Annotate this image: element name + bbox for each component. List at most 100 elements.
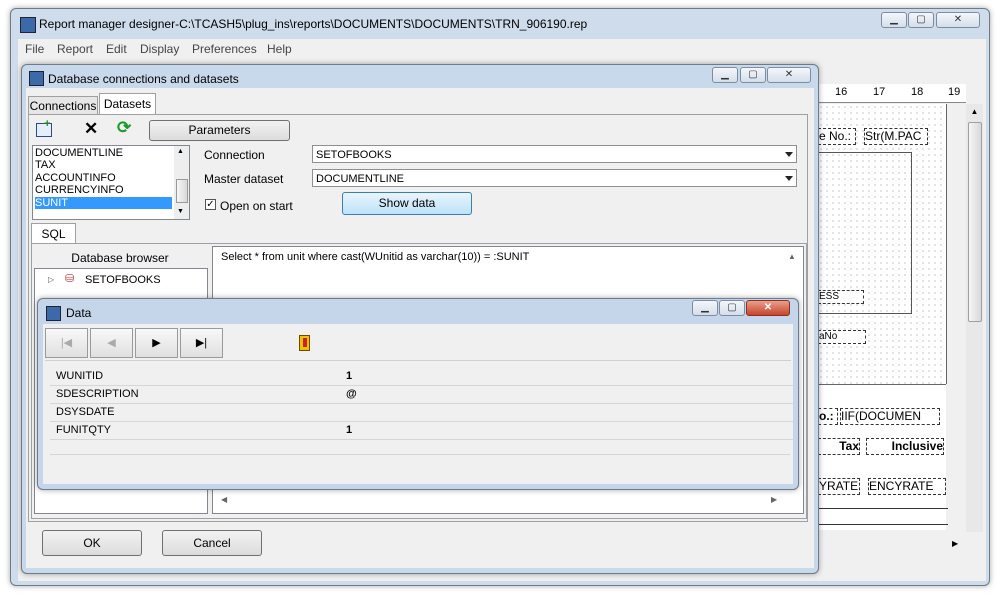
database-browser-title: Database browser — [71, 251, 169, 265]
ruler-mark-19: 19 — [948, 86, 961, 98]
db-dialog-title: Database connections and datasets — [48, 72, 239, 86]
db-dialog-close-button[interactable]: ✕ — [767, 67, 811, 83]
designer-horizontal-scrollbar[interactable]: ▶ — [818, 536, 966, 554]
menu-bar: File Report Edit Display Preferences Hel… — [18, 39, 986, 61]
field-name: WUNITID — [56, 370, 104, 382]
show-data-button-label: Show data — [378, 196, 436, 210]
prior-record-button[interactable]: ◀ — [90, 328, 133, 358]
list-scroll-up-arrow[interactable]: ▲ — [177, 148, 184, 155]
cancel-button[interactable]: Cancel — [162, 530, 262, 556]
master-dataset-select[interactable]: DOCUMENTLINE — [312, 169, 797, 187]
data-window-minimize-button[interactable]: ▁ — [692, 300, 718, 316]
scroll-right-arrow[interactable]: ▶ — [952, 539, 958, 548]
field-value: 1 — [346, 424, 353, 436]
open-on-start-checkbox[interactable]: ✓ — [205, 199, 216, 210]
next-record-button[interactable]: ▶ — [135, 328, 178, 358]
table-row: WUNITID 1 — [50, 368, 794, 386]
designer-vertical-scrollbar[interactable]: ▲ — [966, 104, 983, 532]
close-button[interactable]: ✕ — [936, 12, 980, 28]
sql-text: Select * from unit where cast(WUnitid as… — [221, 251, 530, 263]
database-icon: ⛁ — [65, 273, 75, 285]
designer-band-line-1 — [818, 508, 948, 509]
menu-help[interactable]: Help — [267, 42, 292, 56]
designer-field-4[interactable]: aNo — [818, 330, 866, 344]
table-row: DSYSDATE — [50, 404, 794, 422]
list-item[interactable]: ACCOUNTINFO — [35, 172, 172, 184]
minimize-button[interactable]: ▁ — [881, 12, 907, 28]
tab-datasets-label: Datasets — [103, 97, 152, 111]
ok-button-label: OK — [83, 536, 101, 550]
main-window-title: Report manager designer-C:\TCASH5\plug_i… — [39, 17, 588, 31]
sql-scroll-right-arrow[interactable]: ▶ — [771, 495, 777, 504]
field-name: FUNITQTY — [56, 424, 111, 436]
scroll-thumb[interactable] — [968, 122, 982, 322]
maximize-button[interactable]: ▢ — [908, 12, 934, 28]
ruler-mark-18: 18 — [911, 86, 924, 98]
main-window-icon — [20, 17, 36, 33]
designer-field-5[interactable]: o.: — [818, 408, 838, 425]
menu-preferences[interactable]: Preferences — [192, 42, 257, 56]
open-on-start-label: Open on start — [220, 199, 293, 213]
tab-sql[interactable]: SQL — [31, 223, 76, 244]
connection-label: Connection — [204, 148, 265, 162]
list-scroll-down-arrow[interactable]: ▼ — [177, 208, 184, 215]
delete-dataset-icon[interactable]: ✕ — [84, 120, 98, 138]
list-scroll-thumb[interactable] — [176, 179, 188, 203]
add-dataset-icon[interactable]: + — [36, 118, 52, 137]
data-window-maximize-button[interactable]: ▢ — [719, 300, 745, 316]
scroll-up-arrow[interactable]: ▲ — [966, 104, 983, 120]
designer-field-7[interactable]: Tax — [818, 438, 860, 455]
menu-report[interactable]: Report — [57, 42, 93, 56]
cancel-button-label: Cancel — [193, 536, 231, 550]
field-name: SDESCRIPTION — [56, 388, 139, 400]
tree-node-setofbooks[interactable]: SETOFBOOKS — [85, 274, 161, 286]
menu-display[interactable]: Display — [140, 42, 179, 56]
db-dialog-minimize-button[interactable]: ▁ — [712, 67, 738, 83]
list-item[interactable]: CURRENCYINFO — [35, 184, 172, 196]
last-record-button[interactable]: ▶| — [180, 328, 223, 358]
data-window-icon — [46, 306, 61, 321]
tab-connections[interactable]: Connections — [28, 96, 98, 114]
db-dialog-maximize-button[interactable]: ▢ — [740, 67, 766, 83]
first-record-button[interactable]: |◀ — [45, 328, 88, 358]
refresh-icon[interactable]: ⟳ — [117, 119, 131, 137]
sql-scroll-left-arrow[interactable]: ◀ — [221, 495, 227, 504]
designer-field-6[interactable]: IIF(DOCUMEN — [840, 408, 940, 425]
dataset-list[interactable]: DOCUMENTLINE TAX ACCOUNTINFO CURRENCYINF… — [32, 145, 190, 220]
field-name: DSYSDATE — [56, 406, 115, 418]
dataset-list-scrollbar[interactable]: ▲ ▼ — [174, 146, 189, 219]
ruler-mark-16: 16 — [835, 86, 848, 98]
ruler-mark-17: 17 — [873, 86, 886, 98]
tab-datasets[interactable]: Datasets — [99, 93, 156, 115]
menu-file[interactable]: File — [25, 42, 44, 56]
data-window-close-button[interactable]: ✕ — [746, 300, 790, 316]
parameters-button[interactable]: Parameters — [149, 120, 290, 141]
show-data-button[interactable]: Show data — [342, 192, 472, 215]
designer-field-3[interactable]: ESS — [818, 290, 864, 304]
sql-scroll-up-arrow[interactable]: ▲ — [788, 252, 796, 261]
designer-field-2[interactable]: Str(M.PAC — [864, 128, 928, 145]
parameters-button-label: Parameters — [188, 123, 251, 137]
field-value: 1 — [346, 370, 353, 382]
designer-field-10[interactable]: ENCYRATE — [868, 478, 946, 495]
connection-select[interactable]: SETOFBOOKS — [312, 145, 797, 163]
table-row: FUNITQTY 1 — [50, 422, 794, 440]
field-value: @ — [346, 388, 357, 400]
designer-field-8[interactable]: Inclusive — [866, 438, 944, 455]
menu-edit[interactable]: Edit — [106, 42, 127, 56]
tab-sql-label: SQL — [41, 227, 66, 241]
master-dataset-label: Master dataset — [204, 172, 284, 186]
list-item-selected[interactable]: SUNIT — [35, 197, 172, 209]
tab-connections-label: Connections — [29, 99, 97, 113]
ok-button[interactable]: OK — [42, 530, 142, 556]
list-item[interactable]: TAX — [35, 159, 172, 171]
connection-select-value: SETOFBOOKS — [316, 149, 392, 161]
master-dataset-select-value: DOCUMENTLINE — [316, 173, 405, 185]
list-item[interactable]: DOCUMENTLINE — [35, 147, 172, 159]
designer-field-1[interactable]: e No.: — [818, 128, 856, 145]
exit-door-icon[interactable] — [299, 335, 310, 351]
tree-expand-icon[interactable]: ▷ — [48, 275, 54, 284]
data-window-title: Data — [66, 306, 92, 320]
designer-field-9[interactable]: YRATE — [818, 478, 860, 495]
db-dialog-icon — [29, 71, 44, 86]
